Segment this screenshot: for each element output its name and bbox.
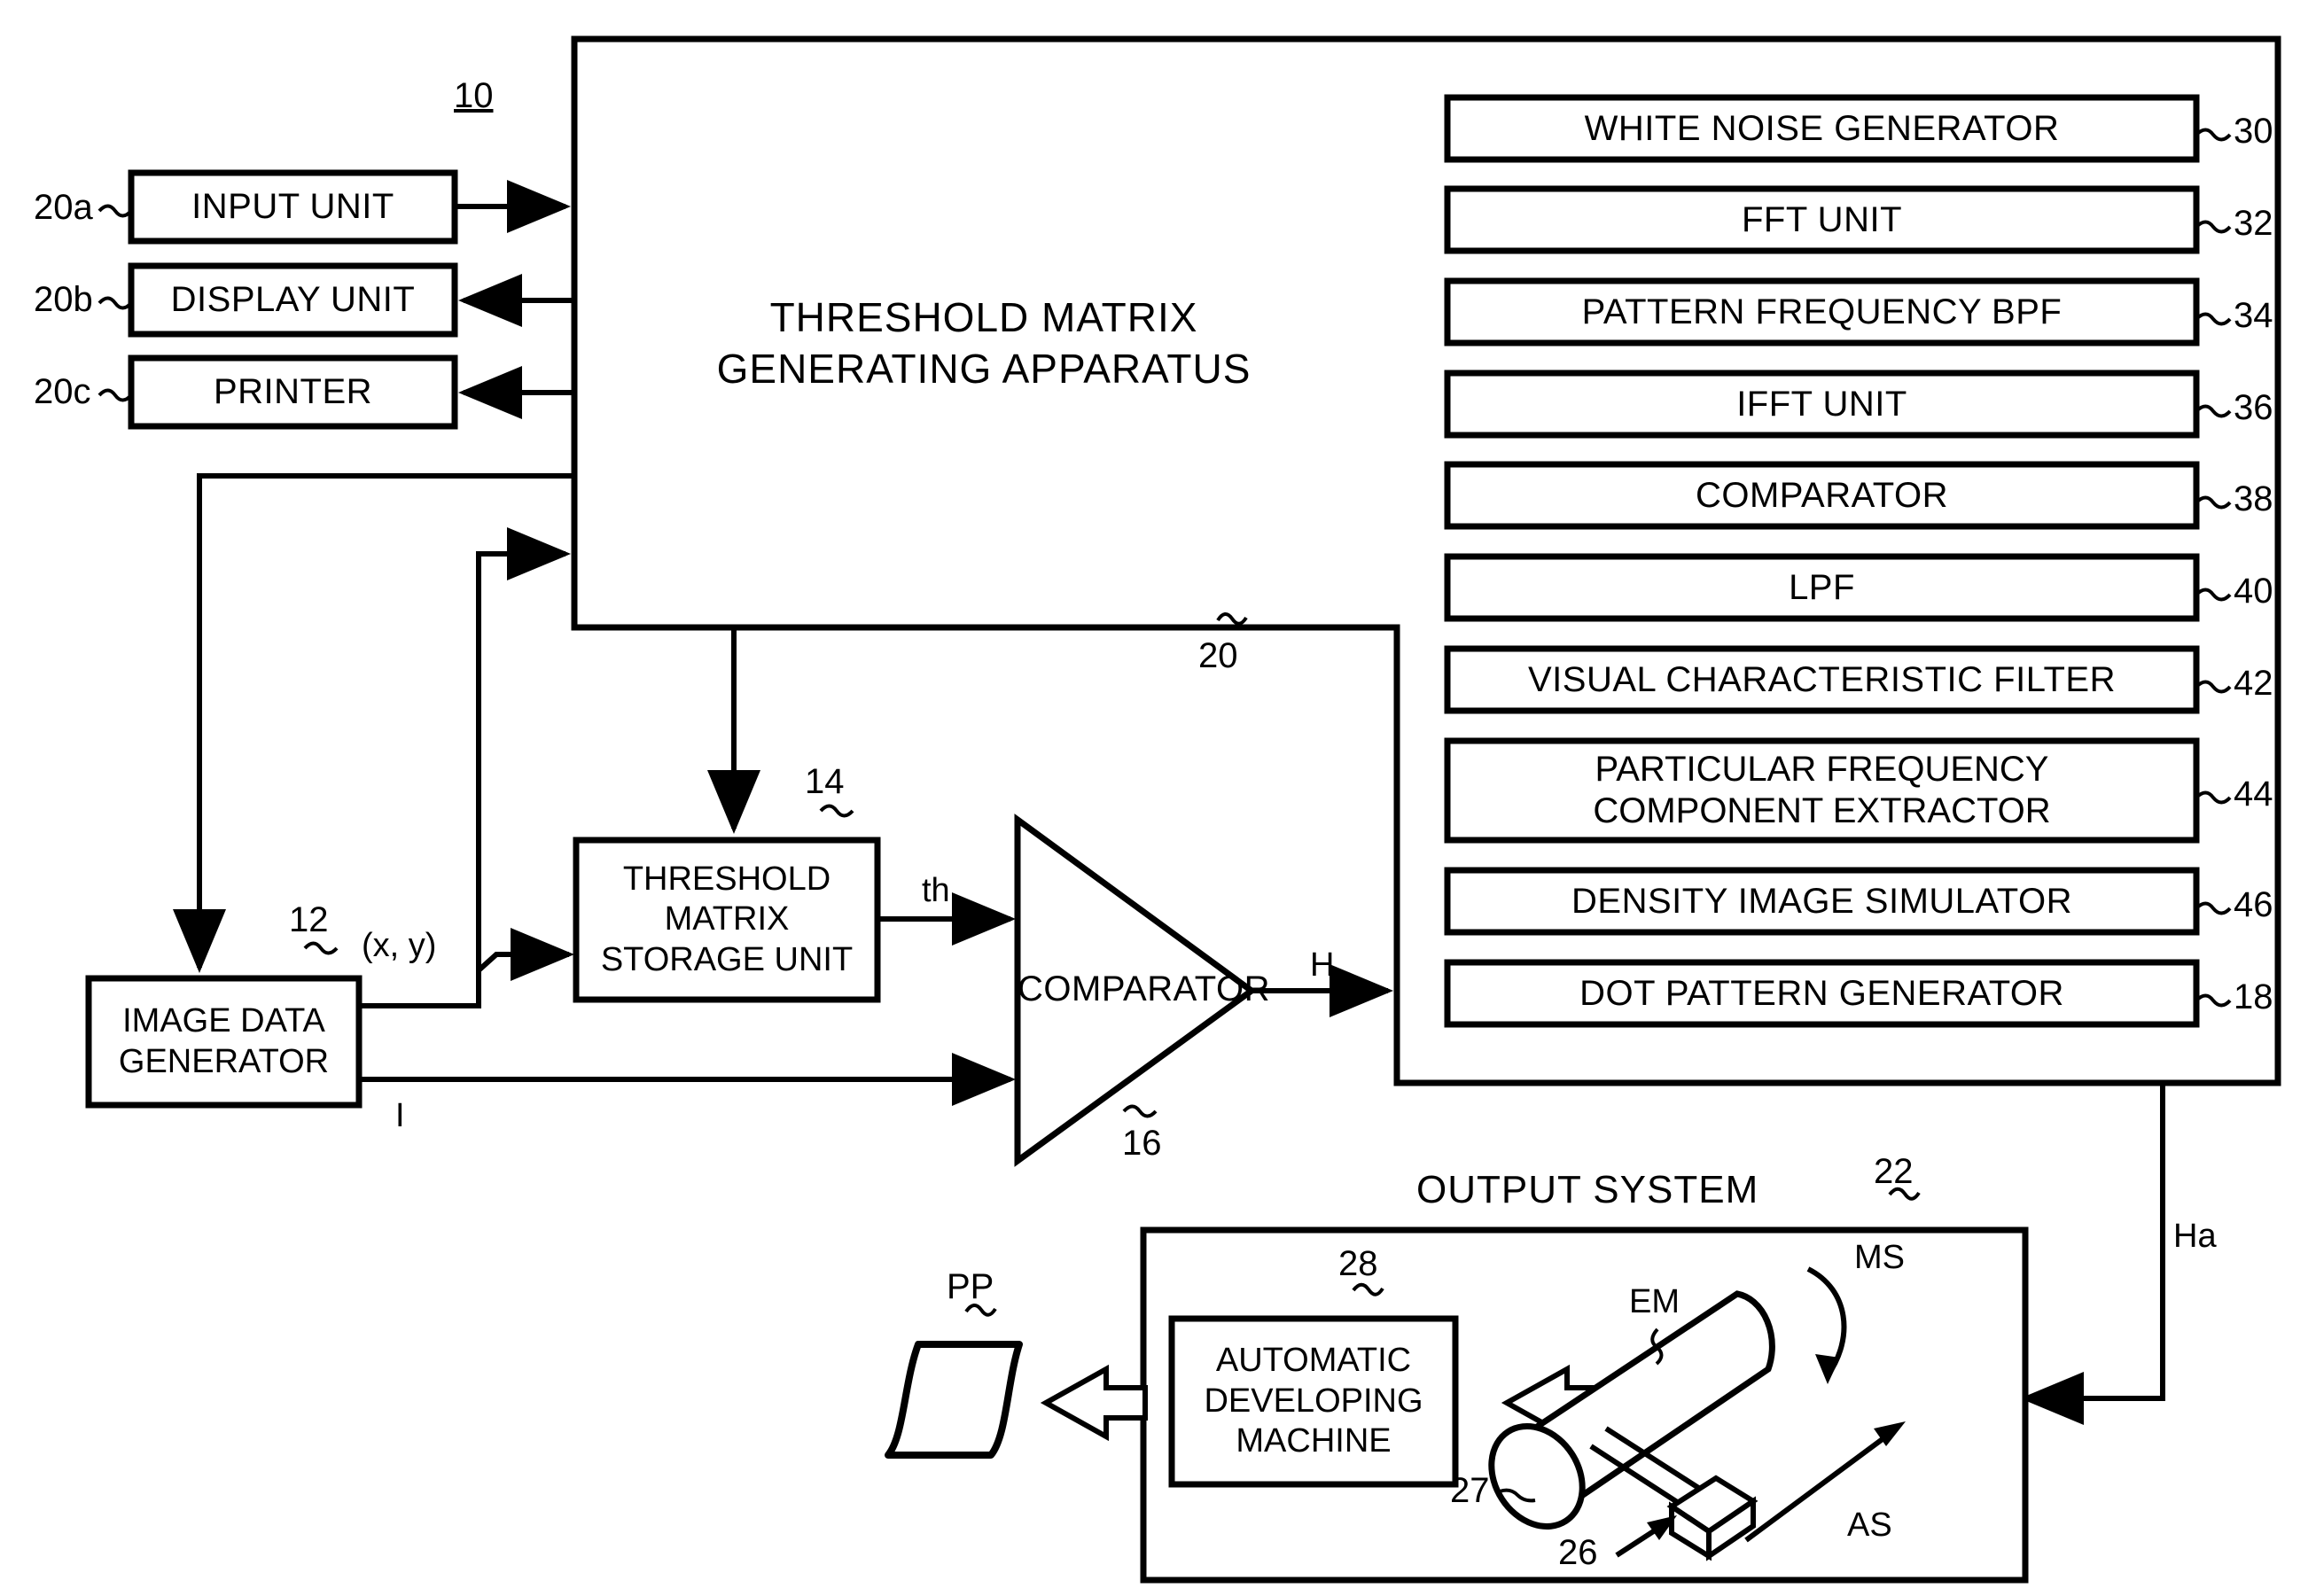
module-label-44-line2: COMPONENT EXTRACTOR [1593, 791, 2051, 830]
main-apparatus-title: THRESHOLD MATRIX GENERATING APPARATUS [585, 292, 1383, 394]
developing-machine-line3: MACHINE [1236, 1422, 1392, 1460]
signal-i: I [395, 1097, 405, 1134]
printer-label: PRINTER [213, 372, 373, 412]
module-label-38: COMPARATOR [1695, 475, 1949, 515]
ref-14: 14 [805, 762, 845, 801]
comparator-label: COMPARATOR [1018, 969, 1271, 1008]
module-label-40: LPF [1789, 567, 1855, 607]
signal-h: H [1310, 946, 1335, 984]
image-data-generator-label: IMAGE DATA GENERATOR [89, 978, 359, 1105]
threshold-storage-line2: MATRIX [664, 900, 790, 938]
ref-42: 42 [2234, 664, 2273, 703]
output-system-title: OUTPUT SYSTEM [1416, 1168, 1759, 1211]
ref-pp: PP [947, 1267, 994, 1306]
module-label-34: PATTERN FREQUENCY BPF [1581, 292, 2063, 331]
printing-plate-shape [885, 1341, 1023, 1459]
ref-12: 12 [289, 900, 329, 939]
ref-38: 38 [2234, 479, 2273, 518]
ref-46: 46 [2234, 885, 2273, 924]
developing-machine-label: AUTOMATIC DEVELOPING MACHINE [1172, 1319, 1455, 1484]
developing-machine-line1: AUTOMATIC [1215, 1342, 1412, 1380]
ref-40: 40 [2234, 572, 2273, 611]
ref-22: 22 [1874, 1152, 1914, 1191]
image-data-generator-line2: GENERATOR [118, 1042, 330, 1080]
module-label-42: VISUAL CHARACTERISTIC FILTER [1528, 659, 2116, 699]
ref-27: 27 [1450, 1471, 1490, 1510]
ref-16: 16 [1122, 1124, 1162, 1163]
module-label-32: FFT UNIT [1741, 199, 1902, 239]
threshold-storage-label: THRESHOLD MATRIX STORAGE UNIT [576, 840, 877, 1000]
signal-th: th [922, 872, 950, 909]
module-label-36: IFFT UNIT [1736, 384, 1907, 424]
main-apparatus-title-line2: GENERATING APPARATUS [716, 345, 1252, 392]
threshold-storage-line1: THRESHOLD [622, 860, 831, 898]
ref-44: 44 [2234, 775, 2273, 814]
input-unit-label: INPUT UNIT [191, 187, 394, 227]
threshold-storage-line3: STORAGE UNIT [600, 940, 854, 978]
developing-machine-line2: DEVELOPING [1204, 1382, 1423, 1420]
ref-34: 34 [2234, 296, 2273, 335]
label-em: EM [1629, 1283, 1680, 1320]
display-unit-label: DISPLAY UNIT [170, 280, 416, 320]
module-label-46: DENSITY IMAGE SIMULATOR [1571, 881, 2072, 921]
module-label-18: DOT PATTERN GENERATOR [1579, 973, 2064, 1013]
module-label-44: PARTICULAR FREQUENCY COMPONENT EXTRACTOR [1447, 741, 2196, 840]
main-apparatus-title-line1: THRESHOLD MATRIX [769, 294, 1198, 340]
patent-figure: 10 20a 20b 20c INPUT UNIT DISPLAY UNIT P… [0, 0, 2316, 1596]
image-data-generator-line1: IMAGE DATA [122, 1001, 325, 1039]
ref-26: 26 [1558, 1533, 1598, 1572]
signal-xy: (x, y) [362, 927, 437, 964]
signal-ha: Ha [2173, 1218, 2217, 1255]
ref-20-main: 20 [1198, 636, 1238, 675]
label-ms: MS [1854, 1239, 1905, 1276]
ref-30: 30 [2234, 112, 2273, 151]
ref-32: 32 [2234, 204, 2273, 243]
ref-36: 36 [2234, 388, 2273, 427]
ref-20b: 20b [34, 280, 93, 319]
hollow-arrow-2 [1040, 1364, 1148, 1442]
ref-18: 18 [2234, 977, 2273, 1016]
label-as: AS [1847, 1506, 1892, 1544]
ref-28: 28 [1338, 1244, 1378, 1283]
ref-20c: 20c [34, 372, 91, 411]
module-label-44-line1: PARTICULAR FREQUENCY [1595, 749, 2049, 789]
ref-20a: 20a [34, 188, 93, 227]
figure-ref-10: 10 [454, 76, 494, 115]
module-label-30: WHITE NOISE GENERATOR [1584, 108, 2060, 148]
